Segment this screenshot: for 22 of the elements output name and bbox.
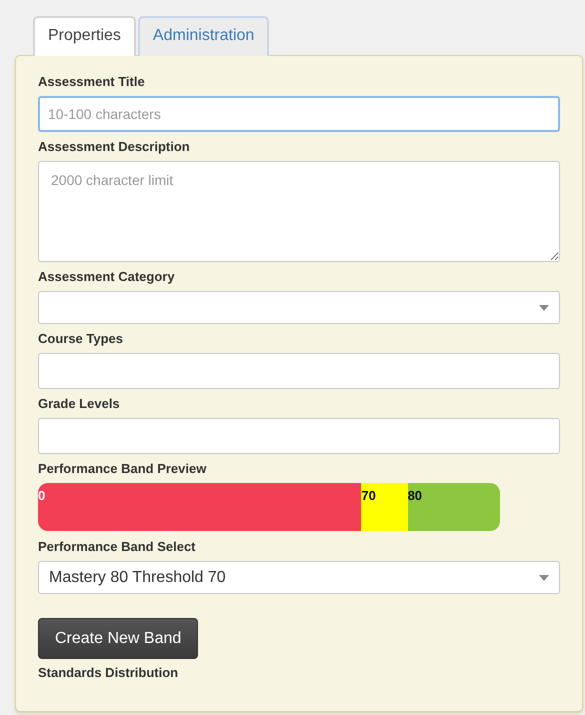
band-segment: 0 — [38, 483, 362, 531]
dropdown[interactable] — [38, 291, 560, 324]
dropdown[interactable]: Mastery 80 Threshold 70 — [38, 561, 560, 594]
field-label: Assessment Title — [38, 74, 145, 89]
create-band-button[interactable]: Create New Band — [38, 618, 198, 659]
field-label: Grade Levels — [38, 396, 120, 411]
field-label: Performance Band Select — [38, 539, 196, 554]
tab[interactable]: Administration — [138, 16, 270, 56]
caret-icon — [539, 574, 549, 580]
input-field[interactable] — [38, 353, 560, 389]
input-field[interactable]: 10-100 characters — [38, 96, 560, 132]
band-segment: 70 — [361, 483, 408, 531]
field-label: Assessment Category — [38, 269, 175, 284]
field-label: Performance Band Preview — [38, 461, 206, 476]
caret-icon — [539, 304, 549, 310]
input-field[interactable] — [38, 418, 560, 454]
text-area[interactable]: 2000 character limit — [38, 161, 560, 262]
tab[interactable]: Properties — [33, 16, 136, 56]
section-label: Standards Distribution — [38, 665, 178, 680]
field-label: Assessment Description — [38, 139, 190, 154]
field-label: Course Types — [38, 331, 124, 346]
band-segment: 80 — [408, 483, 500, 531]
